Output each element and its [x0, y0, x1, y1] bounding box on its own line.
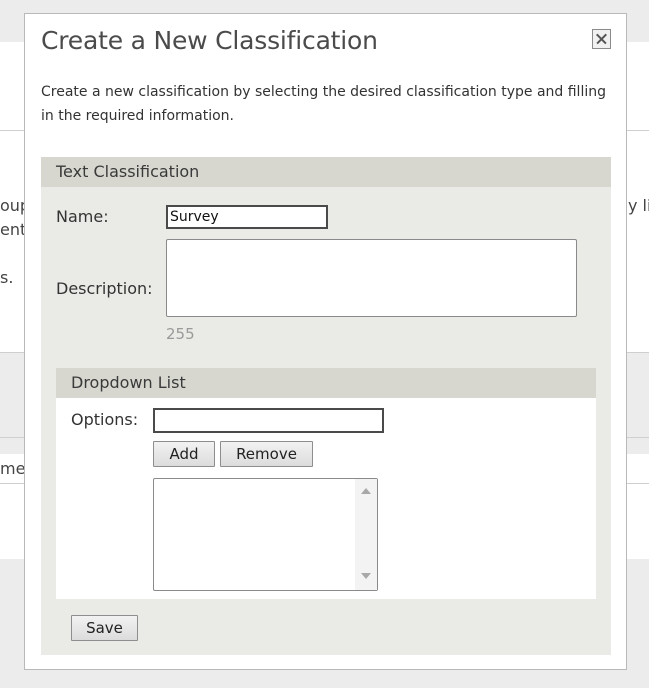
text-classification-panel: Text Classification Name: Description: 2… — [41, 157, 611, 655]
create-classification-dialog: Create a New Classification Create a new… — [24, 13, 627, 670]
listbox-scrollbar[interactable] — [355, 479, 377, 590]
description-textarea[interactable] — [166, 239, 577, 317]
description-label: Description: — [56, 279, 153, 298]
add-button[interactable]: Add — [153, 441, 215, 467]
background-text: oup — [0, 196, 24, 215]
dialog-intro-text: Create a new classification by selecting… — [41, 84, 606, 124]
background-text: mer — [0, 459, 24, 478]
options-label: Options: — [71, 410, 139, 429]
dropdown-list-panel: Dropdown List Options: Add Remove — [56, 368, 596, 599]
background-text: s. — [0, 268, 14, 287]
options-input[interactable] — [153, 408, 384, 433]
options-listbox[interactable] — [153, 478, 378, 591]
background-text: y li — [628, 196, 649, 215]
background-text: ent — [0, 220, 24, 239]
scroll-down-arrow-icon[interactable] — [361, 573, 371, 579]
name-label: Name: — [56, 207, 109, 226]
name-input[interactable] — [166, 205, 328, 229]
scroll-up-arrow-icon[interactable] — [361, 488, 371, 494]
remove-button[interactable]: Remove — [220, 441, 313, 467]
dropdown-list-header: Dropdown List — [56, 368, 596, 398]
close-icon[interactable] — [592, 29, 611, 49]
description-char-count: 255 — [166, 325, 195, 343]
dialog-title: Create a New Classification — [41, 26, 378, 55]
text-classification-header: Text Classification — [41, 157, 611, 187]
save-button[interactable]: Save — [71, 615, 138, 641]
